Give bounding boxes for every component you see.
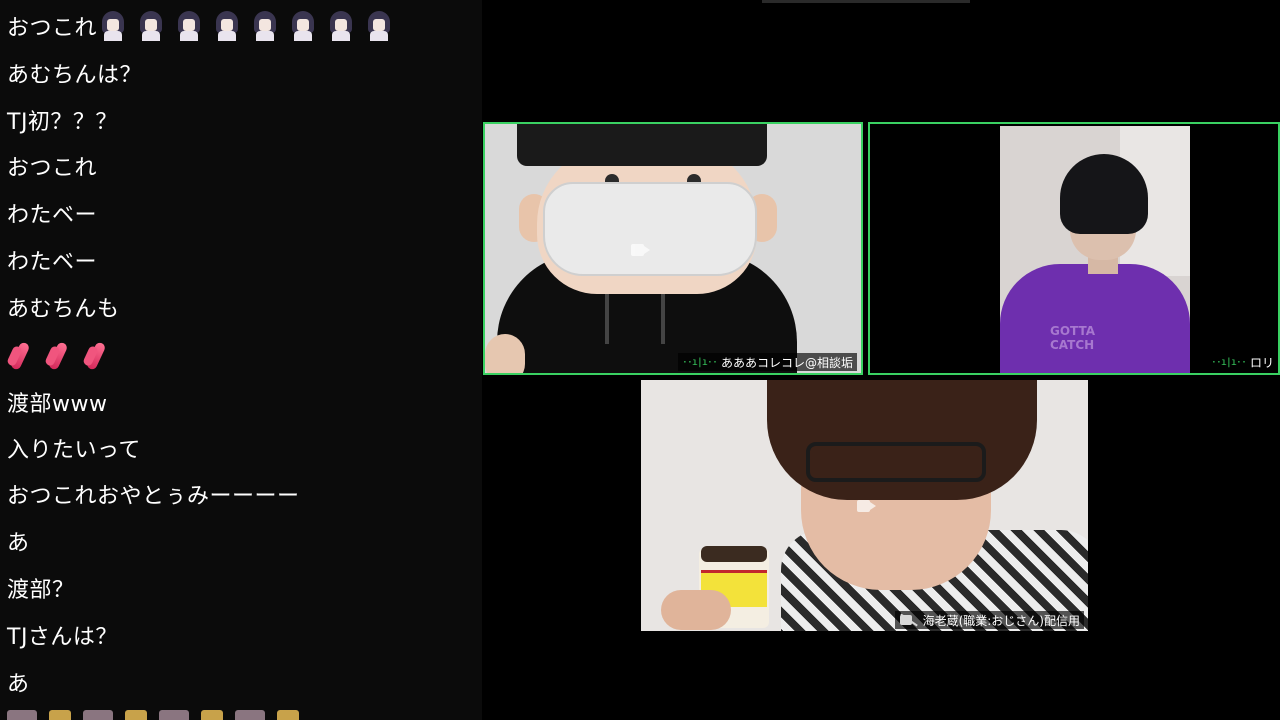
girl-emote-icon <box>137 11 165 41</box>
avatar-cap <box>517 124 767 166</box>
chat-message-text: おつこれ <box>7 16 98 41</box>
chat-message: あむちんも <box>7 289 120 325</box>
girl-emote-icon <box>175 11 203 41</box>
chat-message-text: わたベー <box>7 203 98 228</box>
emote-icon <box>235 710 265 720</box>
participant-name-tag: 海老蔵(職業:おじさん)配信用 <box>894 611 1084 629</box>
participant-name-tag: ··ı|ı·· ロリ <box>1206 353 1278 371</box>
participant-name: 海老蔵(職業:おじさん)配信用 <box>922 613 1080 628</box>
participant-name: あああコレコレ@相談垢 <box>720 355 853 370</box>
chat-message: あ <box>7 664 30 700</box>
chat-message: あむちんは？ <box>7 55 142 91</box>
chat-message-text: あ <box>7 531 30 556</box>
chat-message: 渡部？ <box>7 570 75 606</box>
participant-tile[interactable]: ··ı|ı·· あああコレコレ@相談垢 <box>483 122 863 375</box>
audio-level-icon: ··ı|ı·· <box>681 356 718 368</box>
chat-message: わたベー <box>7 242 97 278</box>
emote-icon <box>83 710 113 720</box>
camera-off-icon <box>631 242 651 258</box>
person-hair <box>1060 154 1148 234</box>
emote-icon <box>7 710 37 720</box>
participant-name: ロリ <box>1249 355 1274 370</box>
chat-message <box>7 338 121 374</box>
chat-message: おつこれ <box>7 148 97 184</box>
top-handle-bar[interactable] <box>762 0 970 3</box>
person-hand <box>661 590 731 630</box>
jar-lid <box>701 546 767 562</box>
shirt-print: GOTTA CATCH <box>1050 324 1096 352</box>
praying-hands-icon <box>7 340 33 372</box>
girl-emote-row <box>99 11 393 41</box>
chat-message-text: おつこれおやとぅみーーーー <box>7 484 300 509</box>
glasses <box>806 442 986 482</box>
participant-tile[interactable]: 海老蔵(職業:おじさん)配信用 <box>641 380 1088 631</box>
girl-emote-icon <box>327 11 355 41</box>
avatar-mask <box>543 182 757 276</box>
chat-message-text: 渡部www <box>7 392 108 417</box>
chat-message-text: あむちんも <box>7 297 120 322</box>
chat-panel: おつこれ あむちんは？ TJ初？？？ おつこれ わたベー わたベー あむちんも … <box>0 0 482 720</box>
chat-message: TJ初？？？ <box>7 102 118 138</box>
avatar-hand <box>485 334 525 373</box>
participant-tile[interactable]: GOTTA CATCH ··ı|ı·· ロリ <box>868 122 1280 375</box>
girl-emote-icon <box>289 11 317 41</box>
person-hair <box>767 380 1037 500</box>
chat-message: おつこれ <box>7 8 393 44</box>
chat-message: わたベー <box>7 195 97 231</box>
chat-message: 入りたいって <box>7 430 141 466</box>
girl-emote-icon <box>213 11 241 41</box>
girl-emote-icon <box>365 11 393 41</box>
participant-name-tag: ··ı|ı·· あああコレコレ@相談垢 <box>677 353 857 371</box>
praying-hands-icon <box>83 340 109 372</box>
emote-icon <box>125 710 147 720</box>
chat-message-text: あむちんは？ <box>7 63 143 88</box>
chat-message-text: おつこれ <box>7 156 98 181</box>
emote-icon <box>159 710 189 720</box>
girl-emote-icon <box>99 11 127 41</box>
chat-message-text: わたベー <box>7 250 98 275</box>
emote-icon <box>49 710 71 720</box>
audio-level-icon: ··ı|ı·· <box>1210 356 1247 368</box>
chat-message-text: TJ初？？？ <box>7 110 118 135</box>
chat-message-text: 渡部？ <box>7 578 75 603</box>
emote-icon <box>201 710 223 720</box>
chat-message-text: TJさんは？ <box>7 625 118 650</box>
emote-icon <box>277 710 299 720</box>
chat-message: あ <box>7 523 30 559</box>
girl-emote-icon <box>251 11 279 41</box>
emote-strip <box>7 710 299 720</box>
chat-message: TJさんは？ <box>7 617 118 653</box>
muted-camera-icon <box>899 613 919 627</box>
chat-message-text: 入りたいって <box>7 438 141 463</box>
chat-message: 渡部www <box>7 384 107 420</box>
camera-off-icon <box>857 498 877 514</box>
chat-message: おつこれおやとぅみーーーー <box>7 476 300 512</box>
praying-hands-icon <box>45 340 71 372</box>
chat-message-text: あ <box>7 672 30 697</box>
